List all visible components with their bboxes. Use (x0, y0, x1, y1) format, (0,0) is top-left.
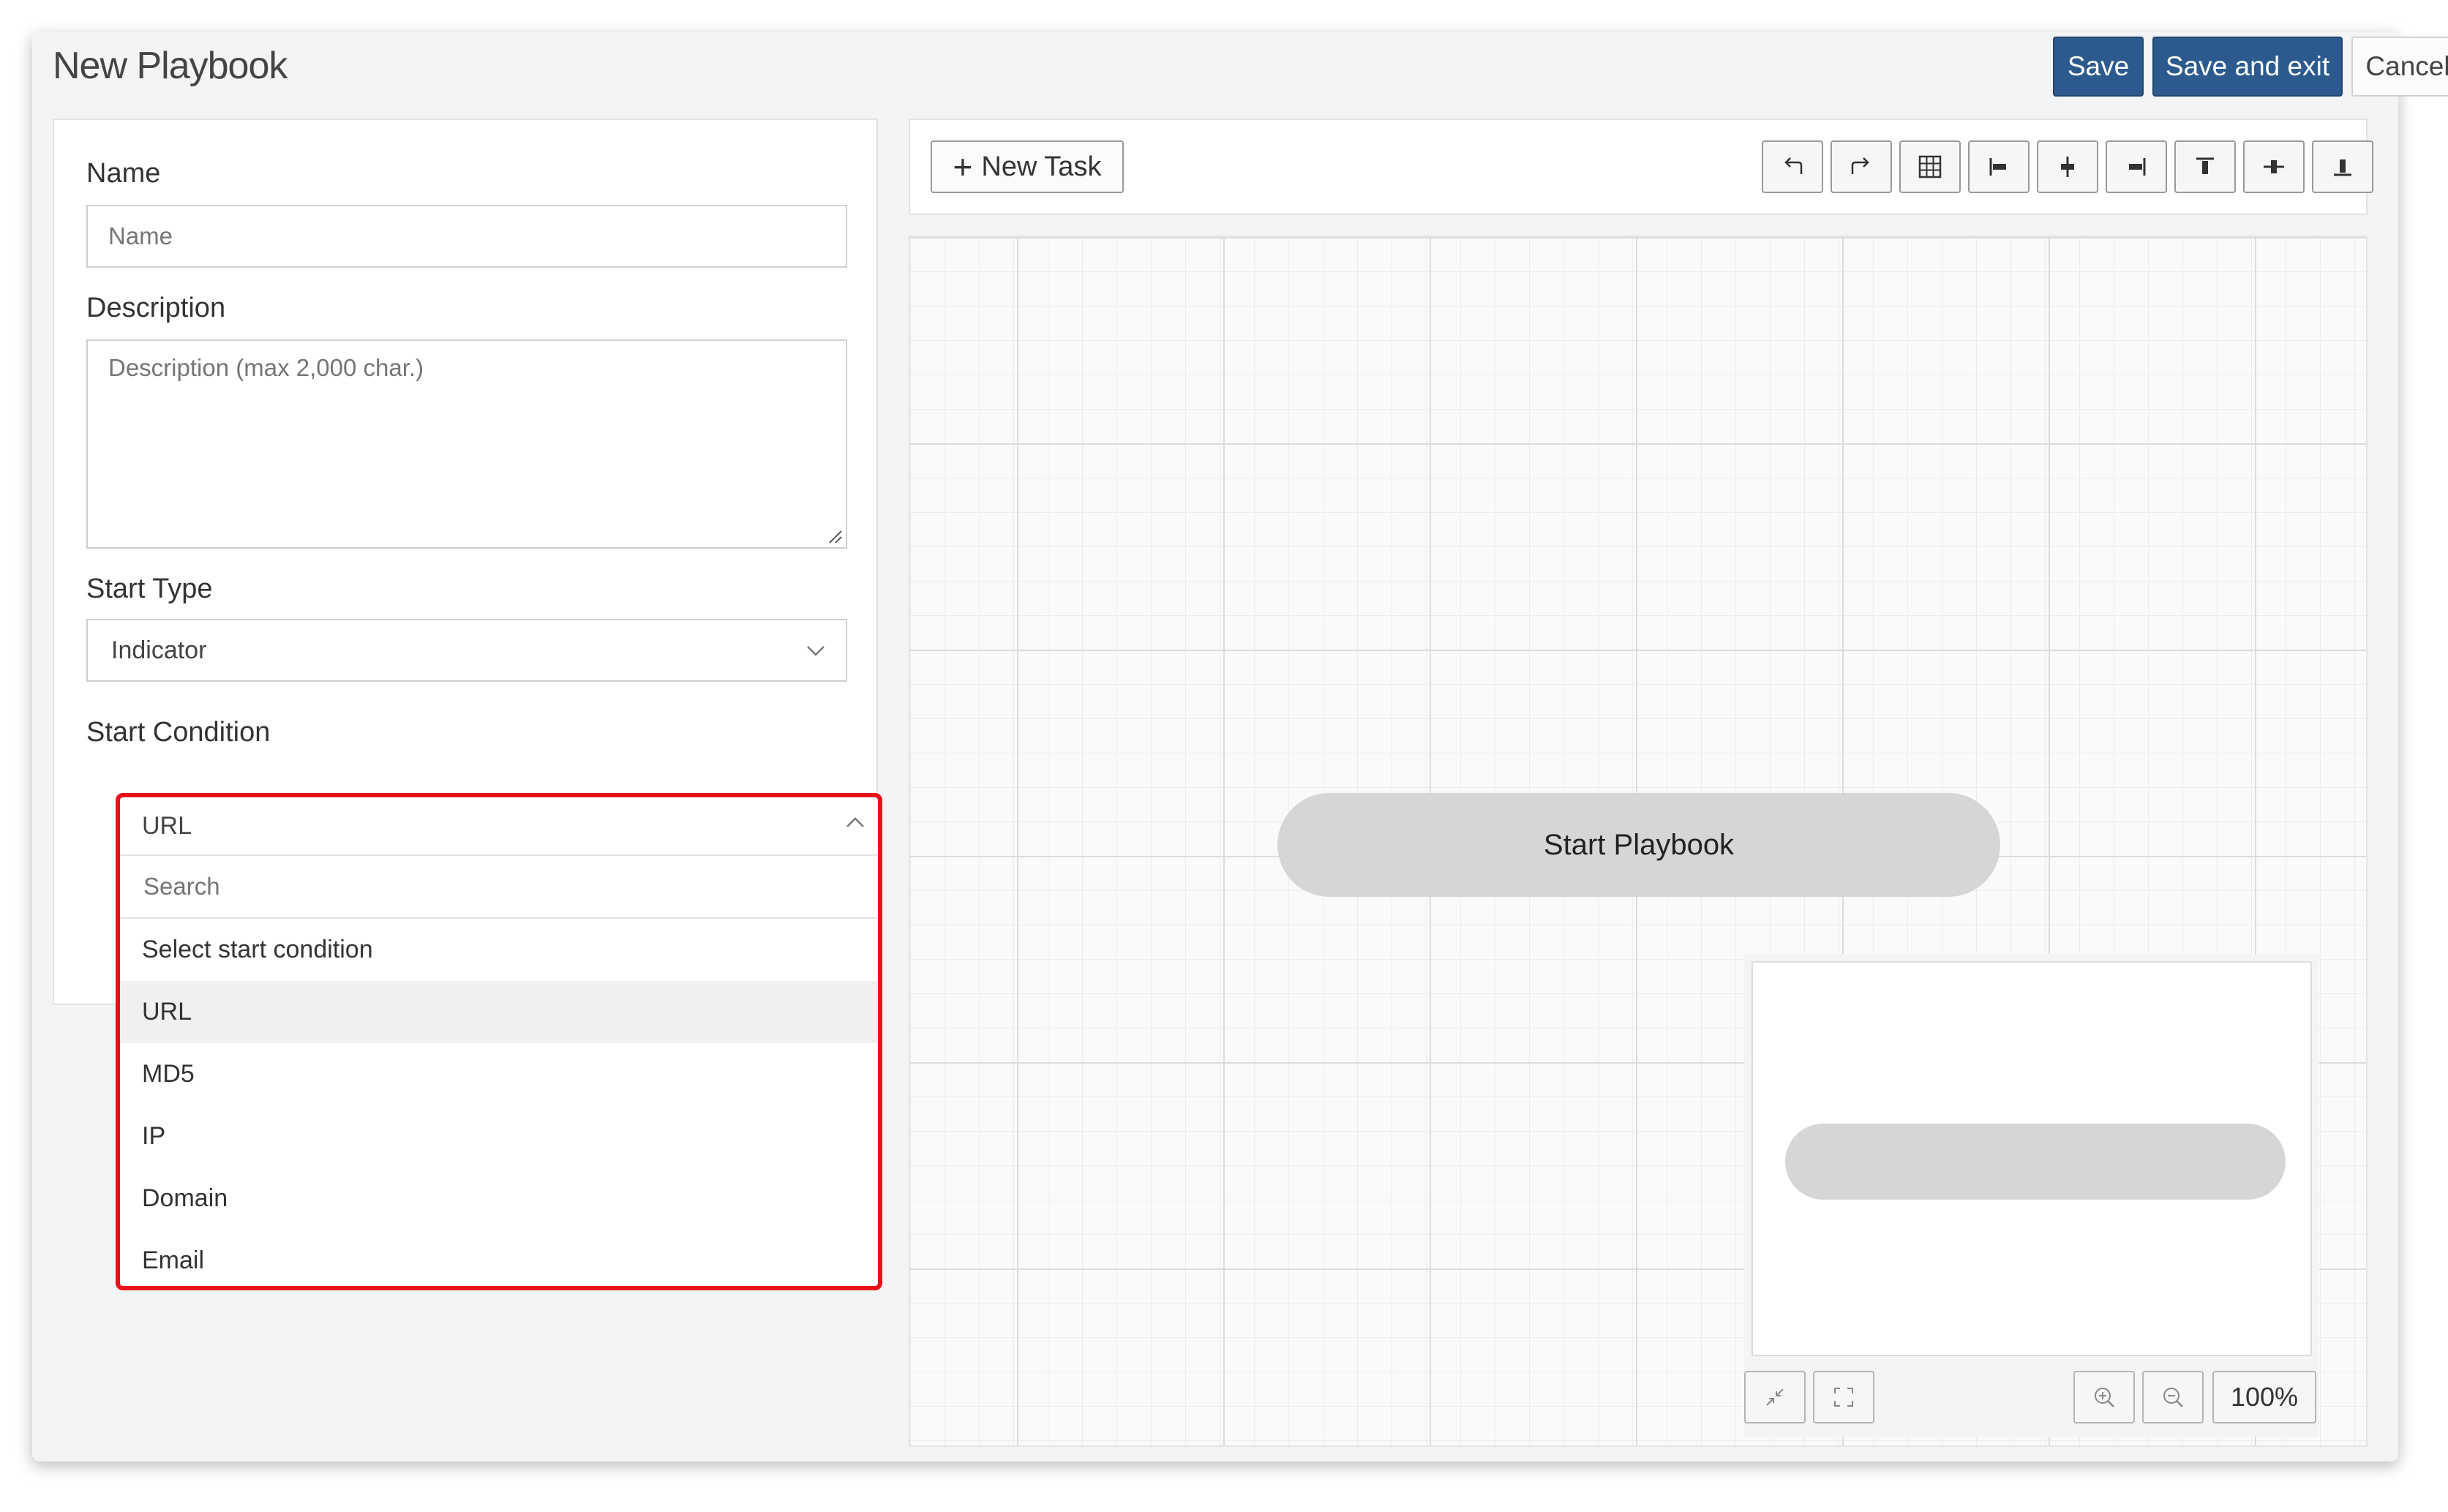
chevron-down-icon (807, 646, 825, 656)
page-title: New Playbook (53, 45, 288, 87)
align-middle-button[interactable] (2243, 140, 2305, 193)
description-wrapper (86, 339, 847, 549)
fullscreen-icon (1834, 1388, 1853, 1407)
plus-icon: + (953, 148, 973, 186)
save-button[interactable]: Save (2053, 37, 2144, 97)
option-email[interactable]: Email (120, 1230, 878, 1286)
search-input[interactable] (142, 872, 808, 901)
start-condition-value: URL (142, 811, 192, 840)
redo-button[interactable] (1831, 140, 1892, 193)
dropdown-search (120, 856, 878, 919)
align-bottom-icon (2334, 159, 2351, 176)
playbook-editor-window: New Playbook Save Save and exit Cancel N… (32, 32, 2448, 1462)
align-center-button[interactable] (2037, 140, 2098, 193)
canvas-toolbar: + New Task (909, 119, 2373, 215)
zoom-out-button[interactable] (2142, 1371, 2204, 1423)
option-ip[interactable]: IP (120, 1105, 878, 1167)
collapse-icon (1766, 1388, 1784, 1406)
align-middle-icon (2264, 160, 2284, 173)
fit-to-screen-button[interactable] (1813, 1371, 1874, 1423)
grid-icon (1918, 155, 1942, 178)
zoom-in-icon (2095, 1388, 2114, 1407)
align-center-icon (2061, 157, 2074, 177)
playbook-canvas[interactable]: Start Playbook 100% (909, 236, 2368, 1447)
undo-button[interactable] (1762, 140, 1823, 193)
zoom-out-icon (2163, 1388, 2183, 1407)
option-url[interactable]: URL (120, 981, 878, 1043)
collapse-minimap-button[interactable] (1744, 1371, 1806, 1423)
minimap-viewport[interactable] (1751, 961, 2312, 1356)
option-md5[interactable]: MD5 (120, 1043, 878, 1105)
zoom-level[interactable]: 100% (2212, 1371, 2316, 1423)
start-type-value: Indicator (111, 636, 207, 664)
minimap: 100% (1744, 954, 2319, 1437)
minimap-node (1785, 1124, 2286, 1200)
start-condition-label: Start Condition (86, 717, 271, 748)
undo-icon (1784, 157, 1803, 174)
name-input[interactable] (86, 205, 847, 268)
name-label: Name (86, 158, 161, 189)
save-and-exit-button[interactable]: Save and exit (2152, 37, 2343, 97)
option-select-start-condition[interactable]: Select start condition (120, 919, 878, 981)
align-left-button[interactable] (1968, 140, 2030, 193)
start-condition-select[interactable]: URL (120, 797, 878, 856)
start-playbook-node[interactable]: Start Playbook (1277, 793, 2000, 897)
new-task-button[interactable]: + New Task (931, 140, 1124, 193)
start-type-label: Start Type (86, 573, 213, 604)
align-top-icon (2196, 157, 2214, 174)
align-bottom-button[interactable] (2312, 140, 2373, 193)
resize-grip-icon[interactable] (827, 528, 843, 544)
align-right-button[interactable] (2106, 140, 2167, 193)
grid-toggle-button[interactable] (1899, 140, 1961, 193)
description-textarea[interactable] (86, 339, 847, 549)
description-label: Description (86, 293, 226, 323)
start-condition-dropdown[interactable]: URL Select start condition URL MD5 IP Do… (116, 793, 882, 1290)
align-right-icon (2129, 158, 2146, 176)
option-domain[interactable]: Domain (120, 1167, 878, 1230)
chevron-up-icon (846, 817, 864, 827)
cancel-button[interactable]: Cancel (2351, 37, 2448, 97)
redo-icon (1851, 157, 1869, 174)
align-left-icon (1989, 158, 2006, 176)
zoom-in-button[interactable] (2073, 1371, 2135, 1423)
new-task-label: New Task (981, 151, 1102, 182)
start-type-select[interactable]: Indicator (86, 619, 847, 682)
align-top-button[interactable] (2174, 140, 2236, 193)
